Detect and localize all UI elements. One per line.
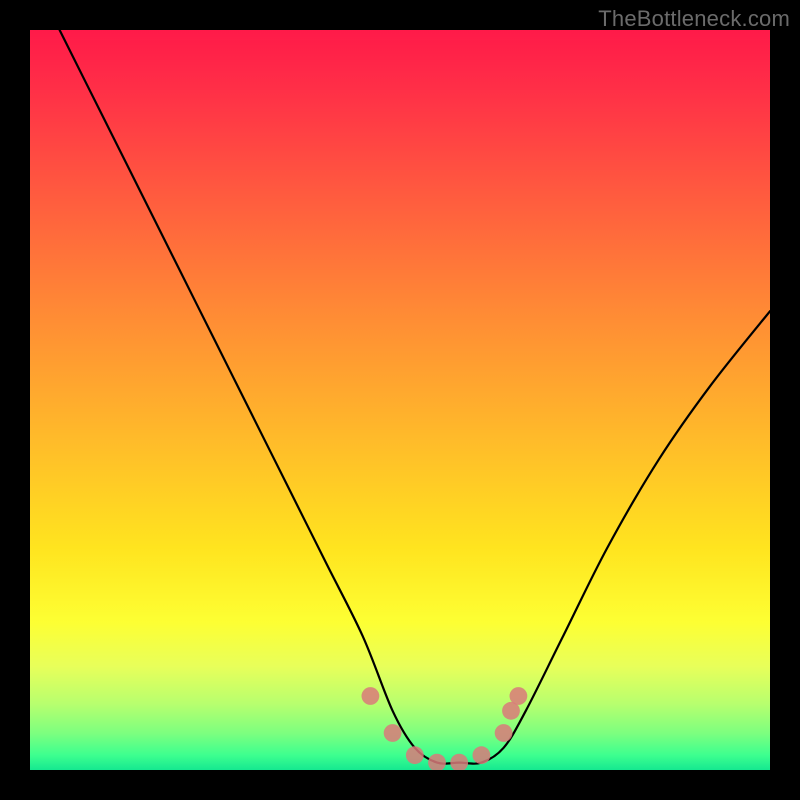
bottleneck-curve [60,30,770,764]
plot-area [30,30,770,770]
trough-marker [473,746,491,764]
watermark-text: TheBottleneck.com [598,6,790,32]
curve-svg [30,30,770,770]
trough-marker [362,687,380,705]
trough-marker [450,754,468,770]
trough-marker [510,687,528,705]
chart-frame: TheBottleneck.com [0,0,800,800]
trough-marker [406,746,424,764]
trough-marker [384,724,402,742]
trough-markers-group [362,687,528,770]
trough-marker [428,754,446,770]
trough-marker [495,724,513,742]
